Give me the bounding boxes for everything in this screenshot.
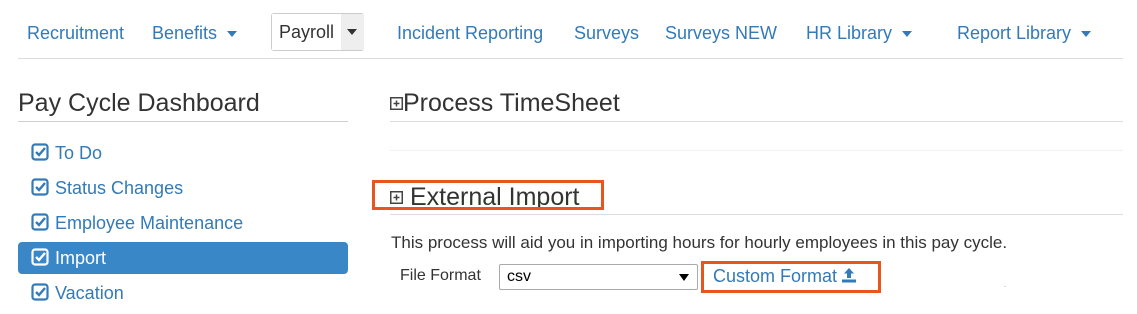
nav-surveys[interactable]: Surveys — [574, 22, 639, 44]
check-square-icon — [31, 213, 49, 231]
caret-down-icon — [227, 31, 238, 38]
check-square-icon — [31, 248, 49, 266]
plus-square-icon[interactable] — [390, 97, 403, 110]
external-import-highlight — [372, 180, 604, 210]
sidebar-item-vacation[interactable]: Vacation — [18, 277, 348, 309]
process-timesheet-section[interactable]: Process TimeSheet — [390, 88, 1123, 122]
nav-benefits[interactable]: Benefits — [152, 22, 238, 44]
check-square-icon — [31, 283, 49, 301]
nav-recruitment[interactable]: Recruitment — [27, 22, 124, 44]
sidebar-item-employee-maintenance[interactable]: Employee Maintenance — [18, 207, 348, 239]
top-navigation: Recruitment Benefits Payroll Incident Re… — [18, 0, 1123, 59]
sidebar-item-label: Employee Maintenance — [55, 213, 244, 233]
sidebar-title: Pay Cycle Dashboard — [18, 88, 348, 122]
caret-down-icon — [347, 29, 357, 35]
sidebar-item-import[interactable]: Import — [18, 242, 348, 274]
nav-report-library-label: Report Library — [957, 23, 1072, 43]
nav-payroll-split-button: Payroll — [271, 13, 364, 51]
file-format-select[interactable]: csv — [499, 264, 698, 290]
divider — [390, 150, 1123, 151]
nav-report-library[interactable]: Report Library — [957, 22, 1092, 44]
divider — [1004, 286, 1006, 287]
sidebar-item-to-do[interactable]: To Do — [18, 137, 348, 169]
file-format-label: File Format — [400, 267, 481, 284]
caret-down-icon — [1081, 31, 1092, 38]
sidebar-item-label: Status Changes — [55, 178, 184, 198]
caret-down-icon — [679, 274, 689, 281]
process-timesheet-title: Process TimeSheet — [403, 89, 620, 117]
nav-incident-reporting[interactable]: Incident Reporting — [397, 22, 543, 44]
sidebar-item-label: Vacation — [55, 283, 124, 303]
check-square-icon — [31, 143, 49, 161]
sidebar-item-status-changes[interactable]: Status Changes — [18, 172, 348, 204]
custom-format-label: Custom Format — [713, 266, 838, 286]
check-square-icon — [31, 178, 49, 196]
sidebar-item-label: To Do — [55, 143, 103, 163]
payroll-dropdown-toggle[interactable] — [341, 14, 364, 50]
nav-hr-library[interactable]: HR Library — [806, 22, 913, 44]
nav-benefits-label: Benefits — [152, 23, 218, 43]
sidebar-item-label: Import — [55, 248, 107, 268]
upload-icon — [842, 268, 857, 283]
nav-surveys-new[interactable]: Surveys NEW — [665, 22, 777, 44]
nav-payroll[interactable]: Payroll — [272, 14, 342, 50]
caret-down-icon — [902, 31, 913, 38]
file-format-value: csv — [507, 268, 531, 285]
nav-hr-library-label: HR Library — [806, 23, 893, 43]
import-description: This process will aid you in importing h… — [391, 233, 1008, 252]
custom-format-link[interactable]: Custom Format — [713, 266, 857, 287]
